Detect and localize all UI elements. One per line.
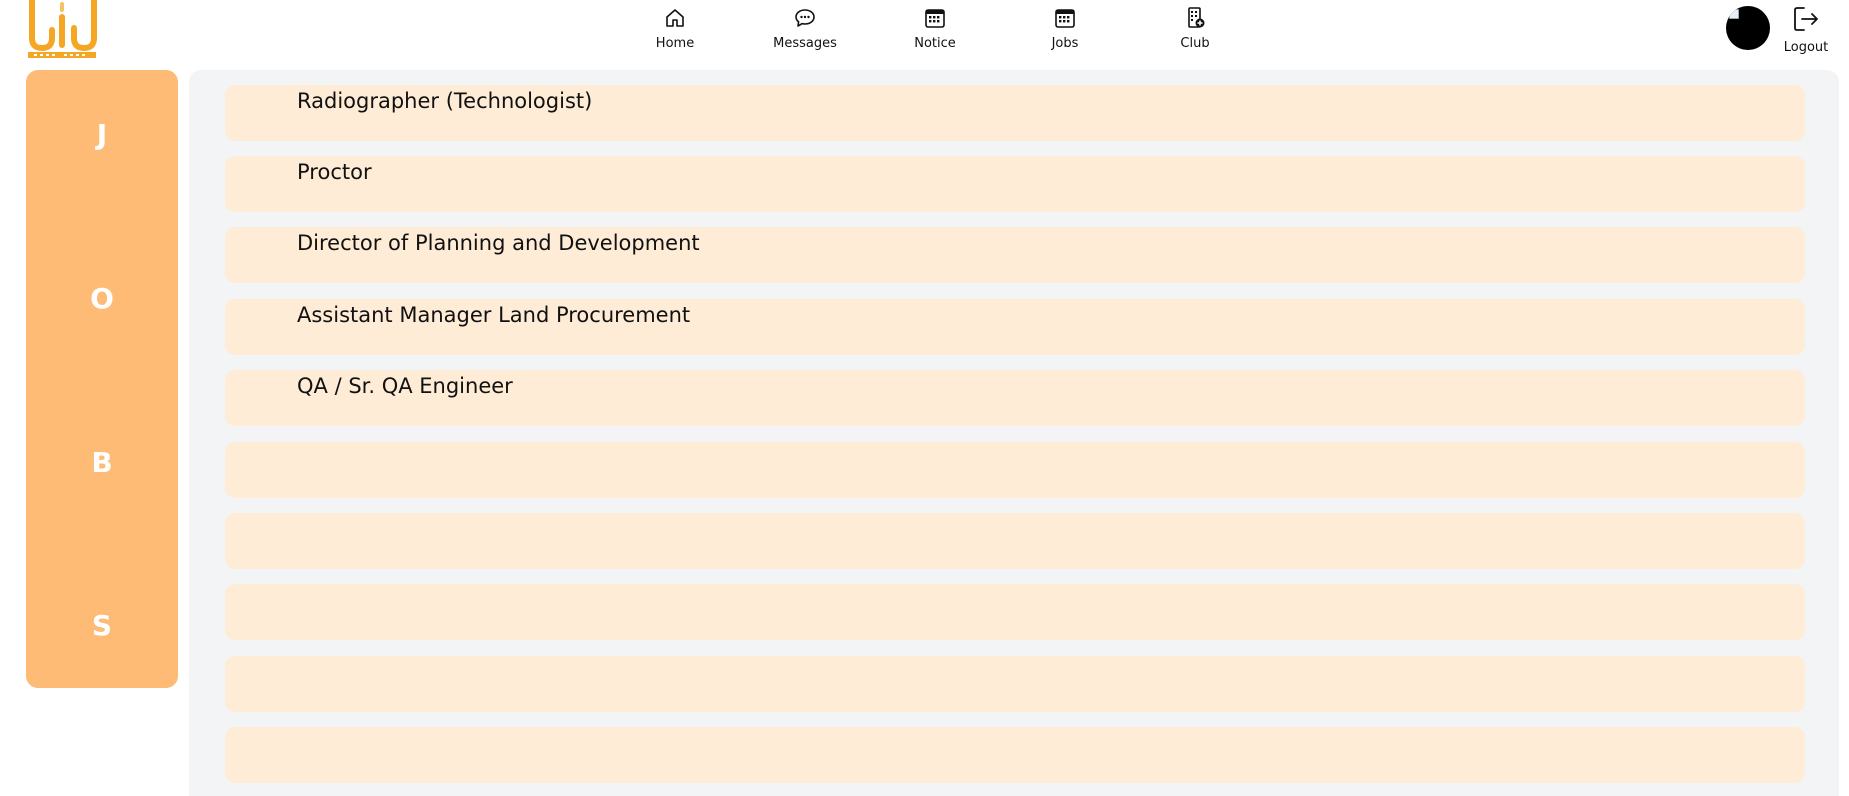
nav-home-label: Home [655,36,695,51]
job-list-item[interactable]: QA / Sr. QA Engineer [225,370,1805,426]
sidebar-letter: S [91,609,113,642]
job-list-item[interactable]: Radiographer (Technologist) [225,85,1805,141]
job-list-item[interactable]: Proctor [225,156,1805,212]
logout-icon [1791,4,1821,38]
nav-home[interactable]: Home [620,6,730,54]
nav-club[interactable]: Club [1140,6,1250,54]
nav-jobs-label: Jobs [1051,36,1079,51]
job-list-item[interactable]: Assistant Manager Land Procurement [225,299,1805,355]
job-list-item[interactable]: Director of Planning and Development [225,227,1805,283]
user-avatar[interactable] [1726,6,1770,50]
nav-jobs[interactable]: Jobs [1010,6,1120,54]
job-list-panel: Radiographer (Technologist) Proctor Dire… [189,70,1839,796]
chat-bubble-icon [793,6,817,30]
nav-messages[interactable]: Messages [750,6,860,54]
building-add-icon [1183,6,1207,30]
job-list-item[interactable] [225,656,1805,712]
logout-button[interactable]: Logout [1778,4,1834,55]
job-title: QA / Sr. QA Engineer [297,374,513,398]
job-title: Director of Planning and Development [297,231,700,255]
jobs-sidebar: J O B S [26,70,178,688]
home-icon [663,6,687,30]
job-list-item[interactable] [225,442,1805,498]
nav-messages-label: Messages [773,36,837,51]
job-list-item[interactable] [225,584,1805,640]
job-list-item[interactable] [225,727,1805,783]
sidebar-letter: O [90,282,114,315]
sidebar-letter: J [96,118,108,151]
broken-image-icon [1729,9,1739,19]
nav-notice[interactable]: Notice [880,6,990,54]
calendar-grid-icon [923,6,947,30]
nav-notice-label: Notice [914,36,956,51]
sidebar-letter: B [91,446,113,479]
main-nav: Home Messages Notice Jobs Club [0,6,1849,54]
calendar-grid-icon [1053,6,1077,30]
job-title: Assistant Manager Land Procurement [297,303,691,327]
nav-club-label: Club [1180,36,1210,51]
job-title: Proctor [297,160,372,184]
job-title: Radiographer (Technologist) [297,89,593,113]
logout-label: Logout [1783,40,1829,55]
top-header: Home Messages Notice Jobs Club Logout [0,0,1849,68]
job-list-item[interactable] [225,513,1805,569]
